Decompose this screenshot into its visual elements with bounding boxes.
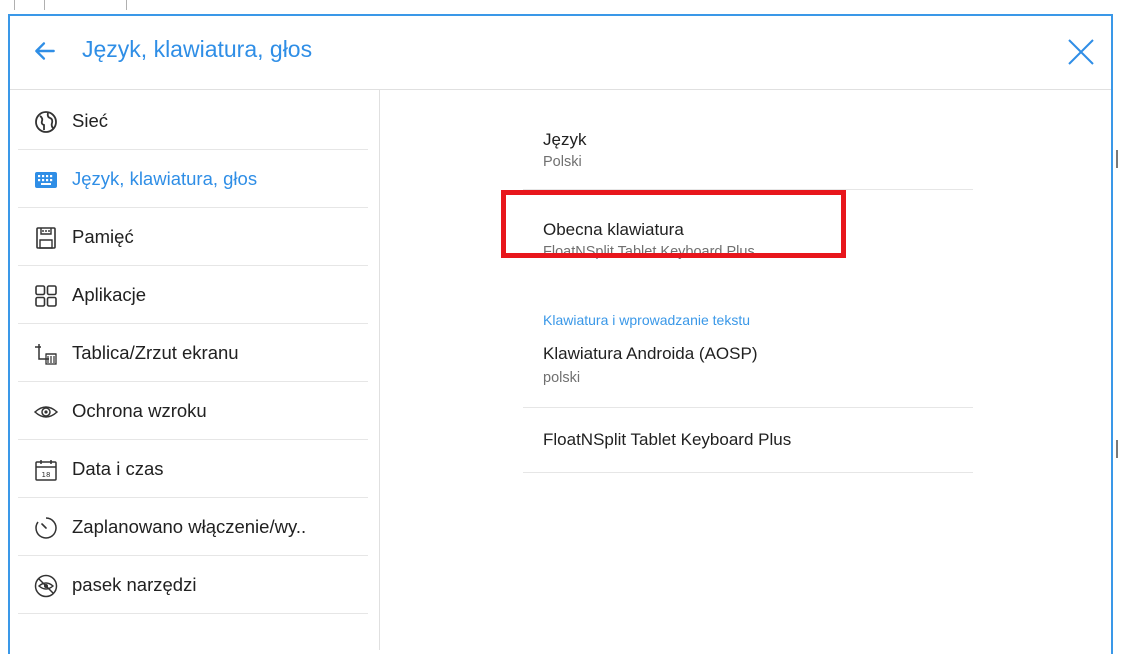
sidebar-item-toolbar[interactable]: pasek narzędzi: [18, 556, 368, 614]
sidebar-item-label: Ochrona wzroku: [72, 400, 207, 421]
sidebar-item-label: Zaplanowano włączenie/wy..: [72, 516, 307, 537]
sidebar-item-apps[interactable]: Aplikacje: [18, 266, 368, 324]
pref-title: Język: [543, 130, 587, 149]
category-header: Klawiatura i wprowadzanie tekstu: [543, 312, 750, 328]
right-edge-mark: [1116, 150, 1118, 168]
title-bar: Język, klawiatura, głos: [10, 16, 1111, 90]
sidebar-item-partial: [18, 614, 368, 672]
top-edge-tick: [126, 0, 127, 10]
sidebar-item-eye-protection[interactable]: Ochrona wzroku: [18, 382, 368, 440]
whiteboard-screenshot-icon: [35, 344, 57, 365]
sidebar-item-scheduled-power[interactable]: Zaplanowano włączenie/wy..: [18, 498, 368, 556]
sidebar-item-date-time[interactable]: 18 Data i czas: [18, 440, 368, 498]
top-edge-tick: [44, 0, 45, 10]
sidebar-item-network[interactable]: Sieć: [18, 92, 368, 150]
pref-title: Obecna klawiatura: [543, 220, 684, 239]
eye-icon: [34, 406, 58, 418]
sidebar-item-label: Pamięć: [72, 226, 134, 247]
top-edge-tick: [14, 0, 15, 10]
globe-icon: [35, 111, 57, 133]
sidebar-item-label: Data i czas: [72, 458, 164, 479]
svg-text:18: 18: [42, 471, 51, 479]
language-preference[interactable]: Język Polski: [523, 90, 973, 190]
keyboard-icon: [35, 172, 57, 188]
apps-grid-icon: [35, 285, 57, 307]
pref-summary: polski: [543, 370, 581, 386]
right-edge-mark: [1116, 440, 1118, 458]
arrow-left-icon[interactable]: [32, 38, 58, 64]
keyboard-item-floatnsplit[interactable]: FloatNSplit Tablet Keyboard Plus: [523, 408, 973, 473]
settings-content: Język Polski Obecna klawiatura FloatNSpl…: [523, 90, 973, 650]
sidebar-item-label: Aplikacje: [72, 284, 147, 305]
sidebar-item-label: pasek narzędzi: [72, 574, 197, 595]
close-icon[interactable]: [1065, 36, 1097, 68]
sidebar-item-label: Tablica/Zrzut ekranu: [72, 342, 239, 363]
sidebar-item-language-keyboard-voice[interactable]: Język, klawiatura, głos: [18, 150, 368, 208]
sidebar-item-whiteboard-screenshot[interactable]: Tablica/Zrzut ekranu: [18, 324, 368, 382]
current-keyboard-preference[interactable]: Obecna klawiatura FloatNSplit Tablet Key…: [523, 190, 973, 290]
sidebar-item-label: Język, klawiatura, głos: [72, 168, 258, 189]
sidebar-item-storage[interactable]: Pamięć: [18, 208, 368, 266]
storage-icon: [36, 227, 56, 249]
pref-summary: Polski: [543, 154, 582, 170]
page-title: Język, klawiatura, głos: [82, 36, 313, 62]
keyboard-item-aosp[interactable]: Klawiatura Androida (AOSP) polski: [523, 330, 973, 408]
calendar-icon: 18: [35, 460, 57, 481]
pref-title: Klawiatura Androida (AOSP): [543, 344, 758, 363]
sidebar-item-label: Sieć: [72, 110, 108, 131]
pref-summary: FloatNSplit Tablet Keyboard Plus: [543, 244, 755, 260]
toolbar-hidden-icon: [34, 574, 58, 598]
pref-title: FloatNSplit Tablet Keyboard Plus: [543, 430, 792, 449]
timer-icon: [35, 517, 57, 539]
settings-window: Język, klawiatura, głos Sieć Język, klaw…: [8, 14, 1113, 654]
sidebar: Sieć Język, klawiatura, głos Pamięć Apli…: [10, 90, 380, 650]
